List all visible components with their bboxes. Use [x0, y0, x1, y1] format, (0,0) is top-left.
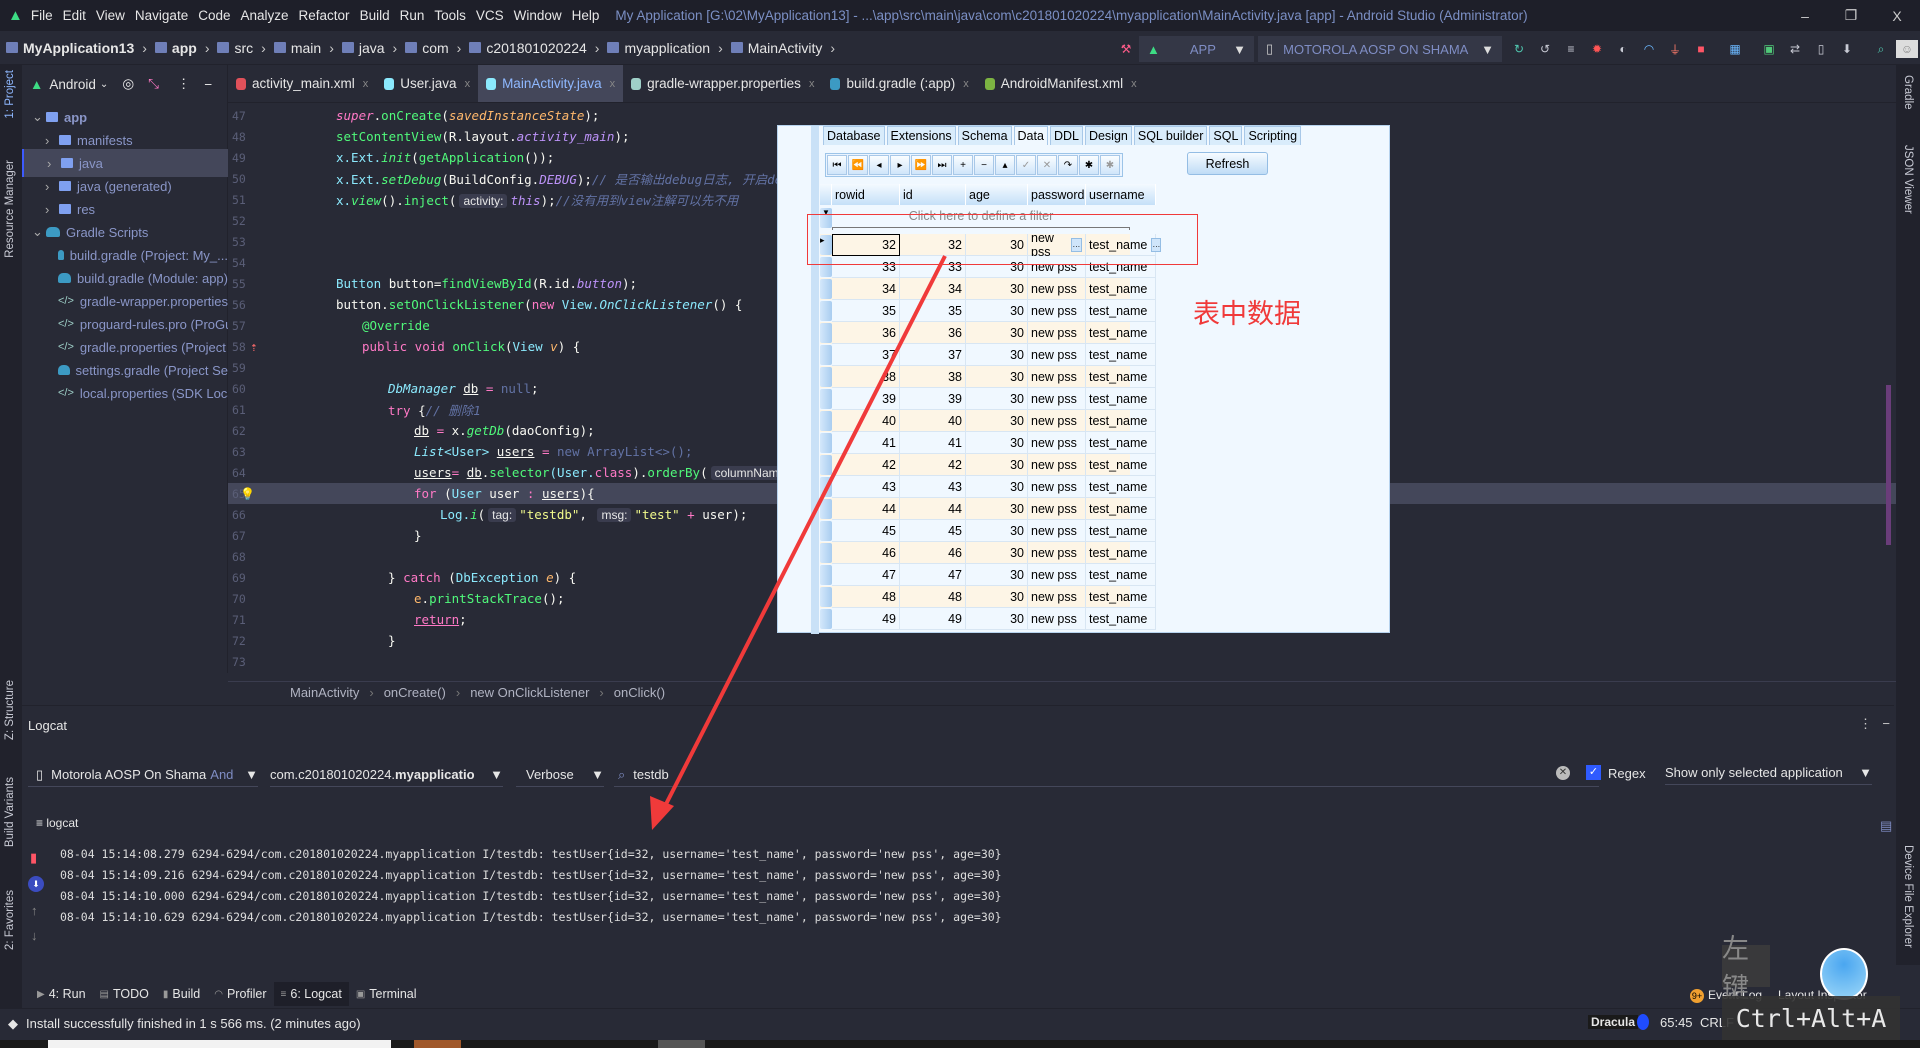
annotation-arrow	[650, 255, 947, 830]
mouse-key-overlay: 左键	[1722, 934, 1770, 1004]
recorder-orb	[1820, 948, 1868, 1000]
key-combo-overlay: Ctrl+Alt+A	[1722, 996, 1900, 1040]
arrow-shaft	[660, 255, 947, 813]
arrow-head	[650, 796, 674, 830]
